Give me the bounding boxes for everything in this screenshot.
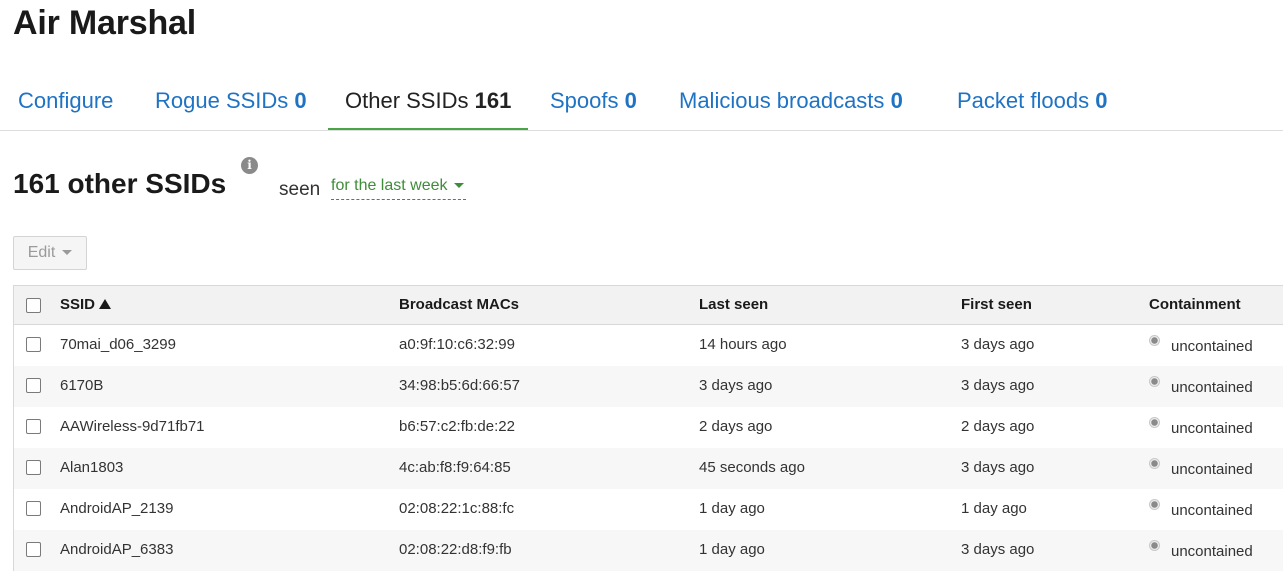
- tab-count: 0: [294, 88, 307, 113]
- containment-cell: uncontained: [1171, 502, 1253, 519]
- containment-cell: uncontained: [1171, 543, 1253, 560]
- last-seen-cell: 2 days ago: [699, 418, 773, 435]
- broadcast-mac-cell: b6:57:c2:fb:de:22: [399, 418, 515, 435]
- column-header-last-seen[interactable]: Last seen: [699, 286, 768, 324]
- tab-label: Configure: [18, 88, 114, 113]
- tab-rogue-ssids[interactable]: Rogue SSIDs 0: [138, 72, 324, 130]
- chevron-down-icon: [453, 183, 464, 189]
- table-header: SSID Broadcast MACs Last seen First seen…: [14, 286, 1283, 325]
- select-all-checkbox[interactable]: [26, 298, 41, 313]
- tab-packet-floods[interactable]: Packet floods 0: [940, 72, 1124, 130]
- containment-cell: uncontained: [1171, 420, 1253, 437]
- containment-cell: uncontained: [1171, 379, 1253, 396]
- info-icon[interactable]: i: [241, 157, 258, 174]
- containment-cell: uncontained: [1171, 461, 1253, 478]
- last-seen-cell: 14 hours ago: [699, 336, 787, 353]
- edit-button[interactable]: Edit: [13, 236, 87, 270]
- column-header-broadcast-macs[interactable]: Broadcast MACs: [399, 286, 519, 324]
- ssid-cell: AndroidAP_6383: [60, 541, 174, 558]
- tab-malicious-broadcasts[interactable]: Malicious broadcasts 0: [662, 72, 920, 130]
- containment-status-icon: [1149, 540, 1160, 551]
- ssid-cell: Alan1803: [60, 459, 124, 476]
- containment-status-icon: [1149, 499, 1160, 510]
- ssid-cell: 6170B: [60, 377, 104, 394]
- table-row: AndroidAP_6383 02:08:22:d8:f9:fb 1 day a…: [14, 530, 1283, 571]
- tab-count: 0: [1095, 88, 1108, 113]
- ssid-table: SSID Broadcast MACs Last seen First seen…: [13, 285, 1283, 571]
- containment-status-icon: [1149, 376, 1160, 387]
- row-checkbox[interactable]: [26, 501, 41, 516]
- first-seen-cell: 3 days ago: [961, 459, 1035, 476]
- tab-label: Other SSIDs: [345, 88, 469, 113]
- tab-label: Malicious broadcasts: [679, 88, 885, 113]
- page-title: Air Marshal: [13, 4, 196, 42]
- first-seen-cell: 3 days ago: [961, 336, 1035, 353]
- tab-label: Rogue SSIDs: [155, 88, 289, 113]
- containment-status-icon: [1149, 417, 1160, 428]
- table-row: Alan1803 4c:ab:f8:f9:64:85 45 seconds ag…: [14, 448, 1283, 489]
- table-row: 6170B 34:98:b5:6d:66:57 3 days ago 3 day…: [14, 366, 1283, 407]
- row-checkbox[interactable]: [26, 337, 41, 352]
- column-header-containment[interactable]: Containment: [1149, 286, 1241, 324]
- column-header-first-seen[interactable]: First seen: [961, 286, 1032, 324]
- tab-other-ssids[interactable]: Other SSIDs 161: [328, 72, 529, 130]
- sort-ascending-icon: [99, 299, 112, 309]
- first-seen-cell: 2 days ago: [961, 418, 1035, 435]
- broadcast-mac-cell: 02:08:22:1c:88:fc: [399, 500, 515, 517]
- table-row: 70mai_d06_3299 a0:9f:10:c6:32:99 14 hour…: [14, 325, 1283, 366]
- row-checkbox[interactable]: [26, 419, 41, 434]
- tab-configure[interactable]: Configure: [1, 72, 130, 130]
- tab-count: 0: [890, 88, 903, 113]
- column-header-label: SSID: [60, 296, 96, 313]
- tab-label: Packet floods: [957, 88, 1090, 113]
- row-checkbox[interactable]: [26, 460, 41, 475]
- first-seen-cell: 3 days ago: [961, 541, 1035, 558]
- row-checkbox[interactable]: [26, 378, 41, 393]
- first-seen-cell: 3 days ago: [961, 377, 1035, 394]
- last-seen-cell: 1 day ago: [699, 541, 765, 558]
- ssid-cell: AndroidAP_2139: [60, 500, 174, 517]
- first-seen-cell: 1 day ago: [961, 500, 1027, 517]
- chevron-down-icon: [62, 250, 73, 256]
- containment-status-icon: [1149, 458, 1160, 469]
- containment-cell: uncontained: [1171, 338, 1253, 355]
- seen-label: seen: [279, 179, 321, 200]
- tab-count: 161: [474, 88, 512, 113]
- tab-count: 0: [624, 88, 637, 113]
- edit-button-label: Edit: [27, 244, 56, 261]
- last-seen-cell: 3 days ago: [699, 377, 773, 394]
- broadcast-mac-cell: 02:08:22:d8:f9:fb: [399, 541, 512, 558]
- tab-label: Spoofs: [550, 88, 619, 113]
- time-range-value: for the last week: [331, 177, 448, 194]
- ssid-cell: AAWireless-9d71fb71: [60, 418, 205, 435]
- containment-status-icon: [1149, 335, 1160, 346]
- table-row: AndroidAP_2139 02:08:22:1c:88:fc 1 day a…: [14, 489, 1283, 530]
- last-seen-cell: 45 seconds ago: [699, 459, 805, 476]
- ssid-cell: 70mai_d06_3299: [60, 336, 176, 353]
- broadcast-mac-cell: 4c:ab:f8:f9:64:85: [399, 459, 511, 476]
- tab-bar: Configure Rogue SSIDs 0 Other SSIDs 161 …: [0, 72, 1283, 131]
- time-range-dropdown[interactable]: for the last week: [331, 177, 466, 200]
- section-title: 161 other SSIDs: [13, 168, 227, 199]
- broadcast-mac-cell: 34:98:b5:6d:66:57: [399, 377, 520, 394]
- table-row: AAWireless-9d71fb71 b6:57:c2:fb:de:22 2 …: [14, 407, 1283, 448]
- column-header-ssid[interactable]: SSID: [60, 286, 112, 324]
- last-seen-cell: 1 day ago: [699, 500, 765, 517]
- tab-spoofs[interactable]: Spoofs 0: [533, 72, 654, 130]
- broadcast-mac-cell: a0:9f:10:c6:32:99: [399, 336, 515, 353]
- row-checkbox[interactable]: [26, 542, 41, 557]
